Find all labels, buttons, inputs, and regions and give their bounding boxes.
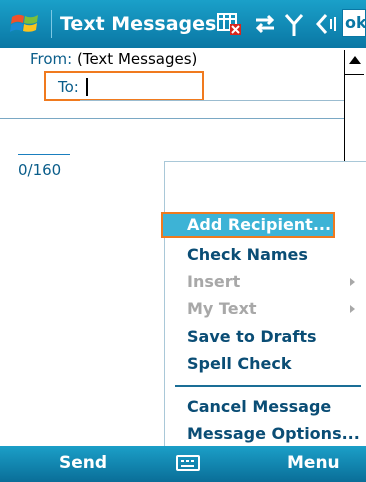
signal-icon[interactable]: [283, 10, 305, 38]
windows-start-icon[interactable]: [10, 9, 40, 39]
message-body-line: [18, 154, 70, 155]
menu-item-label: Insert: [187, 272, 241, 291]
menu-item-check-names[interactable]: Check Names: [165, 242, 361, 268]
softkey-bar: Send Menu: [0, 446, 366, 482]
title-bar: Text Messages ok: [0, 0, 366, 48]
no-signal-icon[interactable]: [216, 10, 244, 38]
from-label: From:: [30, 50, 73, 68]
menu-item-add-recipient[interactable]: Add Recipient...: [161, 212, 335, 238]
menu-item-save-to-drafts[interactable]: Save to Drafts: [165, 324, 361, 350]
menu-item-label: Cancel Message: [187, 397, 332, 416]
menu-item-label: Message Options...: [187, 424, 360, 443]
menu-item-label: Check Names: [187, 245, 308, 264]
menu-item-insert[interactable]: Insert: [165, 269, 361, 295]
menu-item-label: Save to Drafts: [187, 327, 317, 346]
title-separator: [51, 10, 52, 38]
scroll-up-arrow-icon[interactable]: [349, 56, 361, 64]
send-softkey[interactable]: Send: [59, 453, 107, 473]
menu-item-cancel-message[interactable]: Cancel Message: [165, 394, 361, 420]
ok-button[interactable]: ok: [342, 9, 366, 37]
menu-separator: [175, 385, 361, 387]
menu-item-label: Add Recipient...: [187, 215, 332, 234]
to-field[interactable]: To:: [44, 71, 204, 101]
data-connection-icon[interactable]: [252, 10, 278, 38]
to-label: To:: [58, 78, 79, 96]
speaker-icon[interactable]: [312, 10, 338, 38]
character-count: 0/160: [18, 161, 62, 179]
text-cursor: [86, 78, 88, 96]
to-underline: [80, 100, 344, 101]
menu-item-message-options[interactable]: Message Options...: [165, 421, 361, 447]
menu-softkey[interactable]: Menu: [287, 453, 340, 473]
keyboard-icon[interactable]: [176, 455, 200, 471]
from-value[interactable]: (Text Messages): [77, 50, 197, 68]
menu-item-label: Spell Check: [187, 354, 292, 373]
menu-item-label: My Text: [187, 299, 257, 318]
header-divider: [0, 118, 344, 119]
submenu-arrow-icon: [350, 305, 355, 313]
app-title: Text Messages: [60, 13, 217, 35]
from-row: From: (Text Messages): [30, 50, 197, 68]
menu-item-spell-check[interactable]: Spell Check: [165, 351, 361, 377]
submenu-arrow-icon: [350, 278, 355, 286]
menu-item-my-text[interactable]: My Text: [165, 296, 361, 322]
context-menu: Add Recipient... Check Names Insert My T…: [161, 161, 366, 447]
